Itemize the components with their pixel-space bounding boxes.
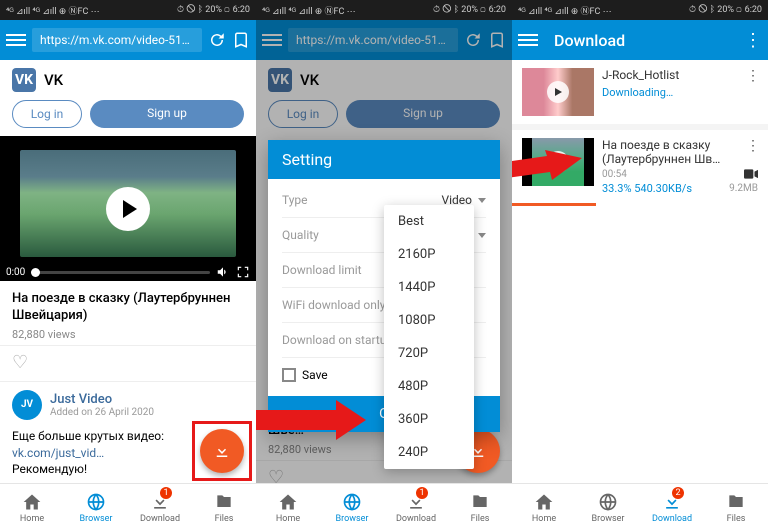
video-info: На поезде в сказку (Лаутербруннен Швейца… bbox=[0, 281, 256, 346]
nav-home[interactable]: Home bbox=[256, 484, 320, 531]
like-icon[interactable]: ♡ bbox=[0, 346, 256, 381]
download-icon bbox=[213, 442, 231, 460]
page-title: Download bbox=[554, 31, 625, 50]
quality-option[interactable]: Best bbox=[384, 205, 474, 238]
nav-files[interactable]: Files bbox=[448, 484, 512, 531]
video-controls: 0:00 bbox=[6, 265, 250, 279]
bottom-nav: Home Browser 2Download Files bbox=[512, 483, 768, 531]
vk-logo-icon: VK bbox=[12, 68, 36, 92]
checkbox-icon[interactable] bbox=[282, 368, 296, 382]
quality-dropdown: Best 2160P 1440P 1080P 720P 480P 360P 24… bbox=[384, 205, 474, 469]
auth-row: Log in Sign up bbox=[0, 100, 256, 136]
download-content: J-Rock_Hotlist Downloading… ⋮ На поезде … bbox=[512, 60, 768, 531]
modal-title: Setting bbox=[268, 140, 500, 179]
nav-home[interactable]: Home bbox=[512, 484, 576, 531]
status-bar: ⁴ᴳ ⊿ıll ⁴ᴳ ⊿ıll ⊕ ⓃFC ⋯ ⏱ 🛇 ᛒ 20% ▢ 6:20 bbox=[0, 0, 256, 20]
bookmark-icon[interactable] bbox=[232, 31, 250, 49]
item-more-icon[interactable]: ⋮ bbox=[746, 68, 760, 84]
nav-browser[interactable]: Browser bbox=[576, 484, 640, 531]
video-icon bbox=[744, 169, 758, 179]
volume-icon[interactable] bbox=[216, 265, 230, 279]
browser-toolbar: https://m.vk.com/video-5118… bbox=[0, 20, 256, 60]
video-views: 82,880 views bbox=[12, 328, 244, 341]
screen-download-list: ⁴ᴳ ⊿ıll ⁴ᴳ ⊿ıll ⊕ ⓃFC ⋯ ⏱ 🛇 ᛒ 20% ▢ 6:20… bbox=[512, 0, 768, 531]
download-title: На поезде в сказку (Лаутербруннен Шв… bbox=[602, 138, 758, 167]
fullscreen-icon[interactable] bbox=[236, 265, 250, 279]
bookmark-icon[interactable] bbox=[488, 31, 506, 49]
current-time: 0:00 bbox=[6, 267, 25, 278]
screen-settings: ⁴ᴳ ⊿ıll ⁴ᴳ ⊿ıll ⊕ ⓃFC ⋯ ⏱ 🛇 ᛒ 20% ▢ 6:20… bbox=[256, 0, 512, 531]
play-icon bbox=[547, 151, 569, 173]
quality-option[interactable]: 720P bbox=[384, 337, 474, 370]
status-bar: ⁴ᴳ ⊿ıll ⁴ᴳ ⊿ıll ⊕ ⓃFC ⋯ ⏱ 🛇 ᛒ 20% ▢ 6:20 bbox=[512, 0, 768, 20]
download-fab[interactable] bbox=[200, 429, 244, 473]
quality-option[interactable]: 2160P bbox=[384, 238, 474, 271]
signup-button[interactable]: Sign up bbox=[90, 100, 244, 128]
browser-toolbar: https://m.vk.com/video-5118… bbox=[256, 20, 512, 60]
download-thumbnail bbox=[522, 68, 594, 116]
vk-name: VK bbox=[44, 71, 63, 89]
video-player[interactable]: 0:00 bbox=[0, 136, 256, 281]
download-toolbar: Download ⋮ bbox=[512, 20, 768, 60]
refresh-icon[interactable] bbox=[208, 31, 226, 49]
channel-avatar-icon: JV bbox=[12, 390, 42, 420]
play-icon bbox=[547, 81, 569, 103]
nav-home[interactable]: Home bbox=[0, 484, 64, 531]
url-field[interactable]: https://m.vk.com/video-5118… bbox=[32, 28, 202, 52]
nav-files[interactable]: Files bbox=[704, 484, 768, 531]
quality-option[interactable]: 360P bbox=[384, 403, 474, 436]
item-more-icon[interactable]: ⋮ bbox=[746, 138, 760, 154]
more-icon[interactable]: ⋮ bbox=[744, 30, 762, 51]
quality-option[interactable]: 1080P bbox=[384, 304, 474, 337]
bottom-nav: Home Browser 1Download Files bbox=[0, 483, 256, 531]
channel-date: Added on 26 April 2020 bbox=[50, 407, 154, 418]
video-title: На поезде в сказку (Лаутербруннен Швейца… bbox=[12, 291, 244, 325]
progress-bar bbox=[512, 203, 596, 206]
nav-download[interactable]: 2Download bbox=[640, 484, 704, 531]
channel-row[interactable]: JV Just Video Added on 26 April 2020 bbox=[0, 381, 256, 428]
bottom-nav: Home Browser 1Download Files bbox=[256, 483, 512, 531]
desc-link[interactable]: vk.com/just_vid… bbox=[12, 446, 104, 460]
nav-files[interactable]: Files bbox=[192, 484, 256, 531]
nav-download[interactable]: 1Download bbox=[384, 484, 448, 531]
url-field[interactable]: https://m.vk.com/video-5118… bbox=[288, 28, 458, 52]
screen-browser: ⁴ᴳ ⊿ıll ⁴ᴳ ⊿ıll ⊕ ⓃFC ⋯ ⏱ 🛇 ᛒ 20% ▢ 6:20… bbox=[0, 0, 256, 531]
quality-option[interactable]: 1440P bbox=[384, 271, 474, 304]
menu-icon[interactable] bbox=[518, 34, 538, 46]
caret-down-icon bbox=[478, 198, 486, 203]
quality-option[interactable]: 480P bbox=[384, 370, 474, 403]
channel-name: Just Video bbox=[50, 392, 154, 407]
download-item[interactable]: J-Rock_Hotlist Downloading… ⋮ bbox=[512, 60, 768, 124]
nav-download[interactable]: 1Download bbox=[128, 484, 192, 531]
download-size: 9.2MB bbox=[729, 183, 758, 194]
quality-option[interactable]: 240P bbox=[384, 436, 474, 469]
menu-icon[interactable] bbox=[262, 34, 282, 46]
refresh-icon[interactable] bbox=[464, 31, 482, 49]
download-thumbnail bbox=[522, 138, 594, 186]
download-title: J-Rock_Hotlist bbox=[602, 68, 758, 82]
play-icon[interactable] bbox=[106, 187, 150, 231]
status-bar: ⁴ᴳ ⊿ıll ⁴ᴳ ⊿ıll ⊕ ⓃFC ⋯ ⏱ 🛇 ᛒ 20% ▢ 6:20 bbox=[256, 0, 512, 20]
seek-bar[interactable] bbox=[31, 271, 210, 274]
download-status: Downloading… bbox=[602, 86, 758, 99]
menu-icon[interactable] bbox=[6, 34, 26, 46]
download-duration: 00:54 bbox=[602, 169, 627, 180]
nav-browser[interactable]: Browser bbox=[64, 484, 128, 531]
vk-header: VK VK bbox=[0, 60, 256, 100]
login-button[interactable]: Log in bbox=[12, 100, 82, 128]
download-progress: 33.3% 540.30KB/s bbox=[602, 182, 692, 195]
download-item[interactable]: На поезде в сказку (Лаутербруннен Шв… 00… bbox=[512, 130, 768, 203]
nav-browser[interactable]: Browser bbox=[320, 484, 384, 531]
